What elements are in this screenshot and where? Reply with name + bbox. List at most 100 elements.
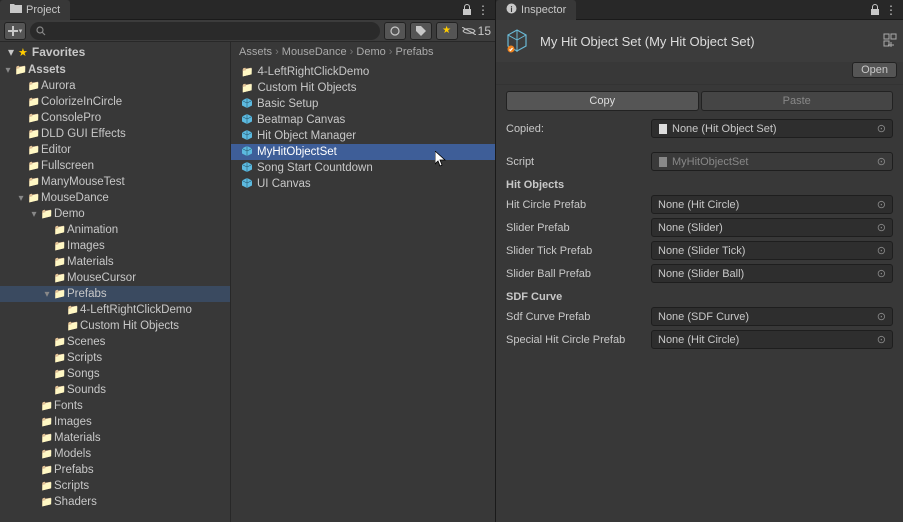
filter-type-button[interactable] bbox=[384, 22, 406, 40]
tree-item-fonts[interactable]: Fonts bbox=[0, 398, 230, 414]
paste-button[interactable]: Paste bbox=[701, 91, 894, 111]
content-item-myhitobjectset[interactable]: MyHitObjectSet bbox=[231, 144, 495, 160]
filter-label-button[interactable] bbox=[410, 22, 432, 40]
tree-item-mousecursor[interactable]: MouseCursor bbox=[0, 270, 230, 286]
object-picker-icon[interactable]: ⊙ bbox=[877, 244, 886, 257]
menu-dots-icon[interactable]: ⋮ bbox=[885, 4, 897, 16]
folder-icon bbox=[241, 66, 253, 78]
object-picker-icon[interactable]: ⊙ bbox=[877, 333, 886, 346]
open-button[interactable]: Open bbox=[852, 62, 897, 78]
content-item-label: MyHitObjectSet bbox=[257, 146, 337, 158]
tree-item-mousedance[interactable]: ▾MouseDance bbox=[0, 190, 230, 206]
lock-icon[interactable] bbox=[461, 4, 473, 16]
chevron-down-icon[interactable]: ▾ bbox=[2, 65, 14, 76]
property-value: None (Slider Ball) bbox=[658, 268, 744, 280]
property-value: None (SDF Curve) bbox=[658, 311, 749, 323]
content-item-4-leftrightclickdemo[interactable]: 4-LeftRightClickDemo bbox=[231, 64, 495, 80]
chevron-down-icon[interactable]: ▾ bbox=[15, 193, 27, 204]
object-field[interactable]: None (Slider Tick)⊙ bbox=[651, 241, 893, 260]
tree-item-manymousetest[interactable]: ManyMouseTest bbox=[0, 174, 230, 190]
object-field[interactable]: None (Hit Circle)⊙ bbox=[651, 195, 893, 214]
search-field[interactable] bbox=[50, 25, 374, 37]
tree-item-models[interactable]: Models bbox=[0, 446, 230, 462]
tree-item-sounds[interactable]: Sounds bbox=[0, 382, 230, 398]
script-value: MyHitObjectSet bbox=[672, 156, 748, 168]
object-picker-icon[interactable]: ⊙ bbox=[877, 267, 886, 280]
project-content: Assets MouseDance Demo Prefabs 4-LeftRightC… bbox=[230, 42, 495, 522]
tree-item-images[interactable]: Images bbox=[0, 238, 230, 254]
project-tab[interactable]: Project bbox=[0, 0, 70, 20]
favorites-header[interactable]: ▾ ★ Favorites bbox=[0, 42, 230, 62]
tree-item-consolepro[interactable]: ConsolePro bbox=[0, 110, 230, 126]
tree-item-materials[interactable]: Materials bbox=[0, 430, 230, 446]
content-item-beatmap-canvas[interactable]: Beatmap Canvas bbox=[231, 112, 495, 128]
tree-item-label: Assets bbox=[28, 64, 66, 76]
tree-item-prefabs[interactable]: Prefabs bbox=[0, 462, 230, 478]
copy-button[interactable]: Copy bbox=[506, 91, 699, 111]
object-picker-icon[interactable]: ⊙ bbox=[877, 310, 886, 323]
tree-item-custom-hit-objects[interactable]: Custom Hit Objects bbox=[0, 318, 230, 334]
script-mini-icon bbox=[658, 157, 668, 167]
breadcrumb-item[interactable]: Demo bbox=[356, 46, 385, 58]
content-item-label: Beatmap Canvas bbox=[257, 114, 345, 126]
tree-item-label: MouseCursor bbox=[67, 272, 136, 284]
tree-item-aurora[interactable]: Aurora bbox=[0, 78, 230, 94]
tree-item-assets[interactable]: ▾ Assets bbox=[0, 62, 230, 78]
inspector-tab[interactable]: i Inspector bbox=[496, 0, 576, 20]
breadcrumb-item[interactable]: Prefabs bbox=[396, 46, 434, 58]
object-picker-icon[interactable]: ⊙ bbox=[877, 221, 886, 234]
tree-item-label: 4-LeftRightClickDemo bbox=[80, 304, 192, 316]
tree-item-4-leftrightclickdemo[interactable]: 4-LeftRightClickDemo bbox=[0, 302, 230, 318]
chevron-down-icon[interactable]: ▾ bbox=[28, 209, 40, 220]
lock-icon[interactable] bbox=[869, 4, 881, 16]
tree-item-fullscreen[interactable]: Fullscreen bbox=[0, 158, 230, 174]
search-icon bbox=[36, 26, 46, 36]
tree-item-scenes[interactable]: Scenes bbox=[0, 334, 230, 350]
tree-item-label: Scenes bbox=[67, 336, 105, 348]
content-item-basic-setup[interactable]: Basic Setup bbox=[231, 96, 495, 112]
hidden-count: 15 bbox=[478, 24, 491, 38]
tree-item-prefabs[interactable]: ▾Prefabs bbox=[0, 286, 230, 302]
tree-item-label: Prefabs bbox=[54, 464, 94, 476]
tree-item-scripts[interactable]: Scripts bbox=[0, 350, 230, 366]
object-picker-icon[interactable]: ⊙ bbox=[877, 198, 886, 211]
tree-item-animation[interactable]: Animation bbox=[0, 222, 230, 238]
eye-off-icon bbox=[462, 27, 476, 35]
tree-item-editor[interactable]: Editor bbox=[0, 142, 230, 158]
project-tree[interactable]: ▾ ★ Favorites ▾ Assets AuroraColorizeInCir… bbox=[0, 42, 230, 522]
object-picker-icon[interactable]: ⊙ bbox=[877, 122, 886, 135]
section-title: Hit Objects bbox=[496, 173, 903, 193]
breadcrumb-item[interactable]: Assets bbox=[239, 46, 272, 58]
content-item-custom-hit-objects[interactable]: Custom Hit Objects bbox=[231, 80, 495, 96]
content-item-song-start-countdown[interactable]: Song Start Countdown bbox=[231, 160, 495, 176]
tree-item-dld-gui-effects[interactable]: DLD GUI Effects bbox=[0, 126, 230, 142]
content-list[interactable]: 4-LeftRightClickDemoCustom Hit ObjectsBa… bbox=[231, 62, 495, 522]
content-item-hit-object-manager[interactable]: Hit Object Manager bbox=[231, 128, 495, 144]
breadcrumb-item[interactable]: MouseDance bbox=[282, 46, 347, 58]
add-button[interactable]: ▾ bbox=[4, 22, 26, 40]
tree-item-materials[interactable]: Materials bbox=[0, 254, 230, 270]
tree-item-shaders[interactable]: Shaders bbox=[0, 494, 230, 510]
object-field[interactable]: None (Slider)⊙ bbox=[651, 218, 893, 237]
content-item-label: Hit Object Manager bbox=[257, 130, 356, 142]
breadcrumb[interactable]: Assets MouseDance Demo Prefabs bbox=[231, 42, 495, 62]
folder-icon bbox=[53, 353, 67, 364]
search-input[interactable] bbox=[30, 22, 380, 40]
save-search-button[interactable]: ★ bbox=[436, 22, 458, 40]
tree-item-demo[interactable]: ▾Demo bbox=[0, 206, 230, 222]
tree-item-songs[interactable]: Songs bbox=[0, 366, 230, 382]
object-field[interactable]: None (SDF Curve) ⊙ bbox=[651, 307, 893, 326]
section-title: SDF Curve bbox=[496, 285, 903, 305]
content-item-ui-canvas[interactable]: UI Canvas bbox=[231, 176, 495, 192]
preset-icon[interactable] bbox=[883, 33, 897, 50]
menu-dots-icon[interactable]: ⋮ bbox=[477, 4, 489, 16]
copied-field[interactable]: None (Hit Object Set) ⊙ bbox=[651, 119, 893, 138]
tree-item-images[interactable]: Images bbox=[0, 414, 230, 430]
chevron-down-icon[interactable]: ▾ bbox=[41, 289, 53, 300]
object-field[interactable]: None (Hit Circle) ⊙ bbox=[651, 330, 893, 349]
tree-item-scripts[interactable]: Scripts bbox=[0, 478, 230, 494]
tree-item-colorizeincircle[interactable]: ColorizeInCircle bbox=[0, 94, 230, 110]
hidden-items[interactable]: 15 bbox=[462, 24, 491, 38]
property-value: None (Hit Circle) bbox=[658, 334, 739, 346]
object-field[interactable]: None (Slider Ball) ⊙ bbox=[651, 264, 893, 283]
